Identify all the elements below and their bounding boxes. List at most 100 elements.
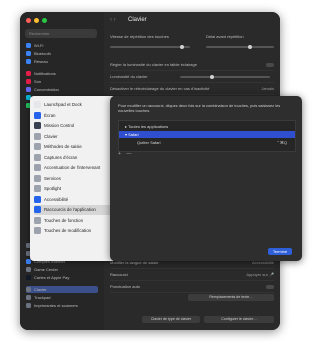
shortcuts-overlay: Launchpad et Dock Écran Mission Control Cla…: [30, 88, 302, 261]
sidebar-item[interactable]: Trackpad: [26, 294, 51, 301]
menu-item-icon: [34, 122, 41, 130]
add-remove-controls: + —: [118, 151, 131, 157]
shortcut-label: Raccourci: [110, 272, 128, 277]
sidebar-item-label: Game Center: [34, 267, 59, 272]
minimize-button[interactable]: [34, 18, 39, 23]
menu-item[interactable]: Raccourcis de l'application: [34, 205, 112, 215]
sidebar-item-icon: [26, 59, 31, 64]
menu-item-icon: [34, 195, 41, 203]
menu-item[interactable]: Touches de fonction: [34, 216, 112, 226]
brightness-label: Régler la luminosité du clavier en faibl…: [110, 62, 197, 67]
auto-punct-label: Ponctuation auto: [110, 284, 141, 289]
keyboard-type-button[interactable]: Clavier de type de clavier: [142, 316, 200, 323]
sidebar-item-icon: [26, 43, 31, 48]
sidebar-item-label: Son: [34, 79, 42, 84]
menu-item-icon: [34, 101, 41, 109]
key-repeat-row: Vitesse de répétition des touches Délai …: [110, 32, 274, 54]
back-forward-icon[interactable]: ‹ ›: [110, 17, 116, 23]
menu-item[interactable]: Spotlight: [34, 184, 112, 194]
menu-item-label: Clavier: [44, 133, 58, 139]
menu-item-icon: [34, 227, 41, 235]
menu-item[interactable]: Captures d'écran: [34, 153, 112, 163]
sidebar-item[interactable]: Cartes et Apple Pay: [26, 274, 69, 281]
dialog-description: Pour modifier un raccourci, cliquez deux…: [118, 103, 281, 113]
menu-item[interactable]: Touches de modification: [34, 226, 112, 236]
auto-punct-row: Ponctuation auto: [110, 282, 274, 293]
search-input[interactable]: Rechercher: [25, 29, 97, 38]
sidebar-item[interactable]: Wi-Fi: [26, 42, 43, 49]
repeat-delay-slider[interactable]: [206, 45, 274, 49]
sidebar-item-icon: [26, 287, 31, 292]
remove-button[interactable]: —: [126, 151, 131, 157]
menu-item-icon: [34, 174, 41, 182]
menu-item-icon: [34, 164, 41, 172]
text-replace-button[interactable]: Remplacements de texte…: [188, 294, 274, 301]
shortcuts-category-list: Launchpad et Dock Écran Mission Control Cla…: [30, 96, 116, 261]
auto-punct-toggle[interactable]: [266, 285, 274, 289]
sidebar-item-icon: [26, 51, 31, 56]
zoom-button[interactable]: [42, 18, 47, 23]
menu-item-label: Spotlight: [44, 186, 62, 191]
menu-item[interactable]: Méthodes de saisie: [34, 142, 112, 152]
list-item[interactable]: ▸ Toutes les applications: [119, 123, 295, 130]
key-repeat-label: Vitesse de répétition des touches: [110, 34, 169, 39]
menu-item[interactable]: Clavier: [34, 132, 112, 142]
sidebar-item-label: Imprimantes et scanners: [34, 303, 78, 308]
sidebar-item-icon: [26, 303, 31, 308]
sidebar-item-icon: [26, 79, 31, 84]
done-button[interactable]: Terminé: [268, 248, 292, 255]
sidebar-item[interactable]: Son: [26, 78, 41, 85]
menu-item-icon: [34, 216, 41, 224]
menu-item-label: Accessibilité: [44, 196, 69, 202]
sidebar-item-label: Cartes et Apple Pay: [34, 275, 70, 280]
sidebar-item-label: Clavier: [34, 287, 47, 292]
sidebar-item-icon: [26, 275, 31, 280]
list-item-label: Toutes les applications: [128, 124, 169, 129]
sidebar-item-label: Notifications: [34, 71, 56, 76]
sidebar-item-label: Wi-Fi: [34, 43, 44, 48]
menu-item-label: Accentuation de l'intervenant: [44, 165, 101, 170]
sidebar-item-label: Bluetooth: [34, 51, 51, 56]
shortcut-list: ▸ Toutes les applications ▾ Safari Quitt…: [118, 120, 296, 152]
menu-item-icon: [34, 185, 41, 193]
backlight-row: Luminosité du clavier: [110, 72, 274, 83]
menu-item-icon: [34, 143, 41, 151]
backlight-label: Luminosité du clavier: [110, 74, 148, 79]
sidebar-item[interactable]: Clavier: [26, 286, 98, 293]
menu-item[interactable]: Écran: [34, 111, 112, 121]
menu-item-label: Méthodes de saisie: [44, 144, 82, 149]
page-title: Clavier: [128, 17, 147, 23]
list-item-label: Quitter Safari: [137, 140, 161, 145]
menu-item-icon: [34, 111, 41, 119]
menu-item-label: Services: [44, 175, 61, 181]
list-item[interactable]: ▾ Safari: [119, 131, 295, 138]
sidebar-item[interactable]: Réseau: [26, 58, 48, 65]
key-repeat-slider[interactable]: [110, 45, 190, 49]
sidebar-item-label: Réseau: [34, 59, 48, 64]
menu-item[interactable]: Accessibilité: [34, 195, 112, 205]
sidebar-item[interactable]: Imprimantes et scanners: [26, 302, 78, 309]
menu-item[interactable]: Mission Control: [34, 121, 112, 131]
sidebar-item-label: Trackpad: [34, 295, 51, 300]
sidebar-item[interactable]: Notifications: [26, 70, 56, 77]
add-button[interactable]: +: [118, 151, 121, 157]
menu-item[interactable]: Accentuation de l'intervenant: [34, 163, 112, 173]
repeat-delay-label: Délai avant répétition: [206, 34, 244, 39]
app-shortcuts-dialog: Pour modifier un raccourci, cliquez deux…: [110, 96, 302, 261]
menu-item-label: Captures d'écran: [44, 154, 78, 160]
shortcut-keys[interactable]: ⌃⌘Q: [277, 139, 287, 146]
sidebar-item-icon: [26, 71, 31, 76]
sidebar-item-icon: [26, 295, 31, 300]
close-button[interactable]: [26, 18, 31, 23]
menu-item[interactable]: Services: [34, 174, 112, 184]
brightness-toggle[interactable]: [266, 63, 274, 67]
menu-item-icon: [34, 206, 41, 214]
sidebar-item[interactable]: Bluetooth: [26, 50, 51, 57]
menu-item-label: Touches de modification: [44, 228, 92, 233]
configure-keyboard-button[interactable]: Configurer le clavier…: [204, 316, 274, 323]
list-item[interactable]: Quitter Safari ⌃⌘Q: [119, 139, 295, 146]
shortcut-value[interactable]: Appuyer sur 🎤: [246, 270, 274, 280]
sidebar-item[interactable]: Game Center: [26, 266, 58, 273]
menu-item[interactable]: Launchpad et Dock: [34, 100, 112, 110]
backlight-slider[interactable]: [180, 75, 270, 79]
